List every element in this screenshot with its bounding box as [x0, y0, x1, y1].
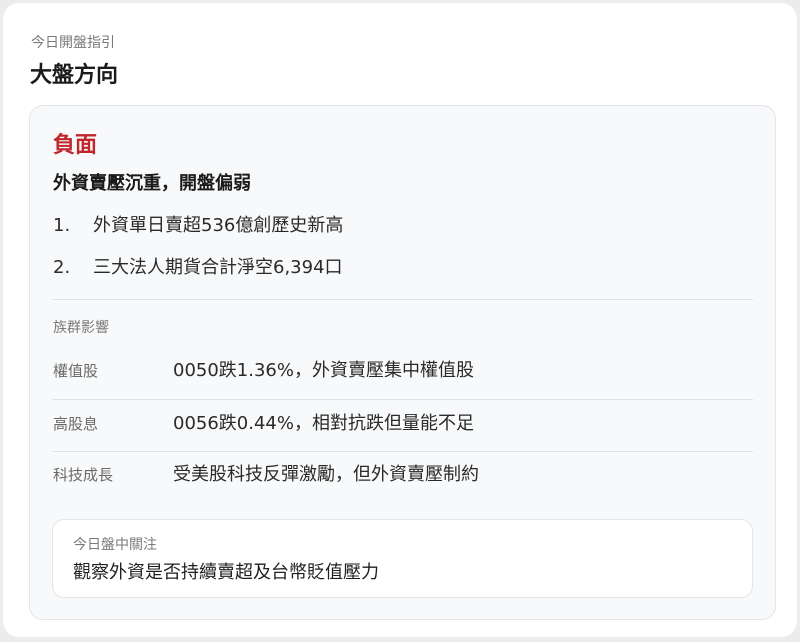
market-direction-card: 負面 外資賣壓沉重，開盤偏弱 1. 外資單日賣超536億創歷史新高 2. 三大法…	[29, 105, 776, 620]
market-guide-panel: 今日開盤指引 大盤方向 負面 外資賣壓沉重，開盤偏弱 1. 外資單日賣超536億…	[3, 3, 797, 637]
intraday-focus-box: 今日盤中關注 觀察外資是否持續賣超及台幣貶值壓力	[52, 519, 753, 598]
point-number: 1.	[53, 215, 71, 236]
panel-subtitle: 今日開盤指引	[31, 35, 115, 51]
point-number: 2.	[53, 257, 71, 278]
point-text: 外資單日賣超536億創歷史新高	[93, 215, 344, 236]
sector-name: 權值股	[53, 362, 99, 380]
focus-text: 觀察外資是否持續賣超及台幣貶值壓力	[73, 562, 379, 583]
sector-impact-label: 族群影響	[53, 320, 109, 336]
outlook-headline: 外資賣壓沉重，開盤偏弱	[53, 173, 251, 194]
sentiment-label: 負面	[53, 133, 98, 158]
sector-name: 高股息	[53, 415, 99, 433]
focus-label: 今日盤中關注	[73, 537, 157, 553]
sector-description: 受美股科技反彈激勵，但外資賣壓制約	[173, 464, 479, 485]
sector-description: 0056跌0.44%，相對抗跌但量能不足	[173, 413, 474, 434]
sector-row: 高股息 0056跌0.44%，相對抗跌但量能不足	[52, 400, 753, 452]
sector-row: 科技成長 受美股科技反彈激勵，但外資賣壓制約	[52, 451, 753, 503]
sector-row: 權值股 0050跌1.36%，外資賣壓集中權值股	[52, 347, 753, 399]
sector-description: 0050跌1.36%，外資賣壓集中權值股	[173, 360, 474, 381]
panel-title: 大盤方向	[30, 63, 119, 88]
point-text: 三大法人期貨合計淨空6,394口	[93, 257, 343, 278]
sector-name: 科技成長	[53, 466, 114, 484]
outlook-point: 2. 三大法人期貨合計淨空6,394口	[53, 256, 343, 280]
divider	[52, 299, 753, 300]
outlook-point: 1. 外資單日賣超536億創歷史新高	[53, 214, 343, 238]
